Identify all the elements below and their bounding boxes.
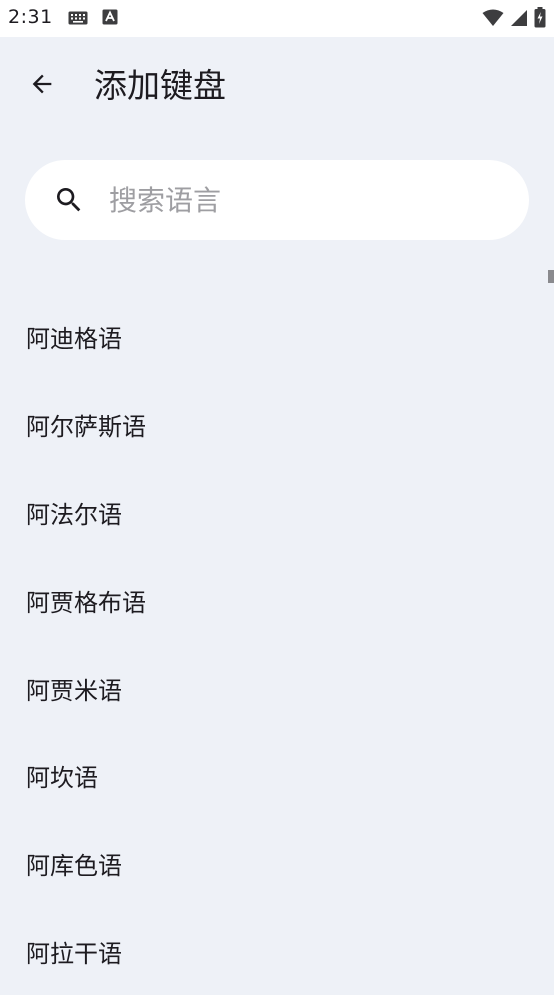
app-bar: 添加键盘 (0, 37, 554, 135)
status-bar: 2:31 (0, 0, 554, 37)
battery-icon (534, 7, 546, 32)
search-icon (53, 184, 85, 216)
page-title: 添加键盘 (94, 66, 226, 105)
list-item[interactable]: 阿拉干语 (0, 908, 554, 995)
list-item[interactable]: 阿法尔语 (0, 469, 554, 557)
search-box[interactable] (25, 160, 529, 240)
wifi-icon (482, 9, 504, 31)
back-button[interactable] (18, 62, 66, 110)
list-item[interactable]: 阿迪格语 (0, 293, 554, 381)
a-icon (102, 9, 118, 29)
search-input[interactable] (109, 175, 499, 225)
list-item[interactable]: 阿贾格布语 (0, 556, 554, 644)
list-item[interactable]: 阿坎语 (0, 732, 554, 820)
scrollbar-thumb[interactable] (548, 270, 554, 283)
status-right-icons (482, 7, 546, 32)
list-item[interactable]: 阿贾米语 (0, 644, 554, 732)
signal-icon (510, 9, 528, 31)
arrow-left-icon (28, 70, 56, 102)
language-list: 阿迪格语 阿尔萨斯语 阿法尔语 阿贾格布语 阿贾米语 阿坎语 阿库色语 阿拉干语 (0, 293, 554, 995)
list-item[interactable]: 阿库色语 (0, 820, 554, 908)
status-left-icons (68, 9, 118, 29)
list-item[interactable]: 阿尔萨斯语 (0, 381, 554, 469)
status-time: 2:31 (8, 6, 53, 28)
keyboard-icon (68, 10, 88, 29)
